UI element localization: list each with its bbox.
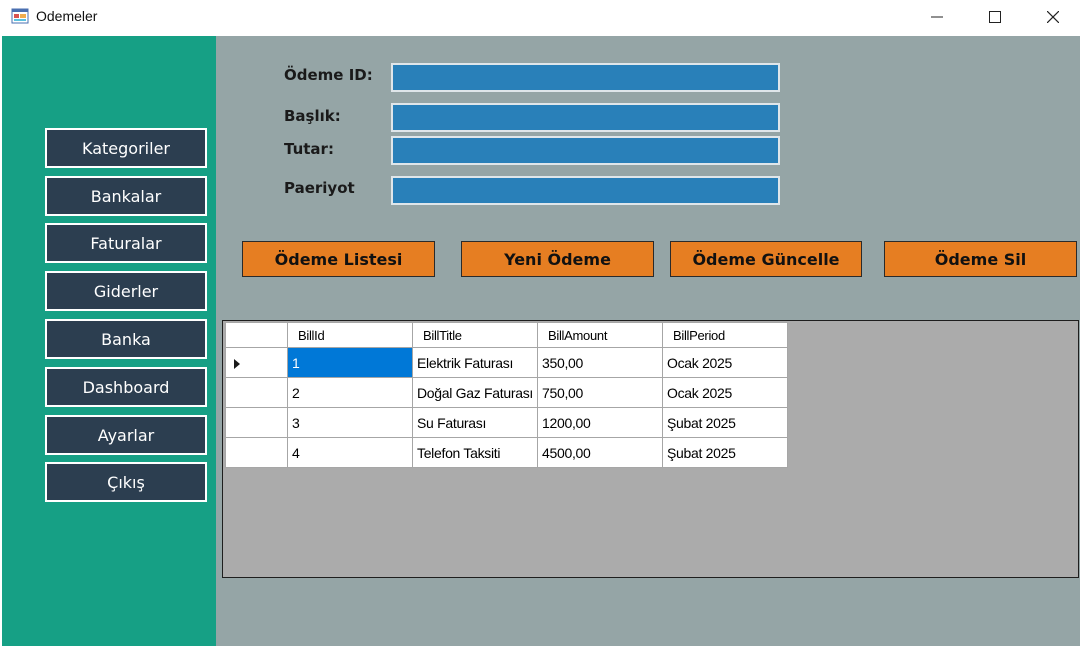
sidebar-item-banka[interactable]: Banka: [45, 319, 207, 359]
sidebar-item-ayarlar[interactable]: Ayarlar: [45, 415, 207, 455]
table-cell[interactable]: Ocak 2025: [662, 347, 788, 378]
table-cell[interactable]: Ocak 2025: [662, 377, 788, 408]
maximize-icon: [989, 11, 1001, 23]
update-payment-button[interactable]: Ödeme Güncelle: [670, 241, 862, 277]
title-bar: Odemeler: [0, 0, 1080, 36]
table-cell[interactable]: Su Faturası: [412, 407, 538, 438]
table-cell[interactable]: Doğal Gaz Faturası: [412, 377, 538, 408]
row-header[interactable]: [225, 377, 288, 408]
payment-id-label: Ödeme ID:: [284, 66, 373, 84]
sidebar-item-giderler[interactable]: Giderler: [45, 271, 207, 311]
sidebar: Kategoriler Bankalar Faturalar Giderler …: [2, 36, 216, 646]
table-header-row: BillId BillTitle BillAmount BillPeriod: [225, 322, 788, 348]
table-row[interactable]: 3 Su Faturası 1200,00 Şubat 2025: [225, 407, 788, 438]
table-cell[interactable]: 4500,00: [537, 437, 663, 468]
table-row[interactable]: 1 Elektrik Faturası 350,00 Ocak 2025: [225, 347, 788, 378]
table-cell[interactable]: Elektrik Faturası: [412, 347, 538, 378]
period-label: Paeriyot: [284, 179, 355, 197]
table-cell[interactable]: 350,00: [537, 347, 663, 378]
table-cell[interactable]: 750,00: [537, 377, 663, 408]
sidebar-item-dashboard[interactable]: Dashboard: [45, 367, 207, 407]
row-header[interactable]: [225, 347, 288, 378]
table-cell[interactable]: 1: [287, 347, 413, 378]
payment-id-input[interactable]: [391, 63, 780, 92]
table-cell[interactable]: Şubat 2025: [662, 437, 788, 468]
table-cell[interactable]: 1200,00: [537, 407, 663, 438]
amount-input[interactable]: [391, 136, 780, 165]
sidebar-item-bankalar[interactable]: Bankalar: [45, 176, 207, 216]
new-payment-button[interactable]: Yeni Ödeme: [461, 241, 654, 277]
payments-grid[interactable]: BillId BillTitle BillAmount BillPeriod 1…: [222, 320, 1079, 578]
amount-label: Tutar:: [284, 140, 334, 158]
table-cell[interactable]: 4: [287, 437, 413, 468]
table-cell[interactable]: Telefon Taksiti: [412, 437, 538, 468]
table-cell[interactable]: Şubat 2025: [662, 407, 788, 438]
table-cell[interactable]: 2: [287, 377, 413, 408]
close-button[interactable]: [1024, 0, 1080, 34]
row-header-corner[interactable]: [225, 322, 288, 348]
sidebar-item-faturalar[interactable]: Faturalar: [45, 223, 207, 263]
column-header[interactable]: BillPeriod: [662, 322, 788, 348]
minimize-button[interactable]: [908, 0, 966, 34]
sidebar-item-kategoriler[interactable]: Kategoriler: [45, 128, 207, 168]
sidebar-item-cikis[interactable]: Çıkış: [45, 462, 207, 502]
period-input[interactable]: [391, 176, 780, 205]
main-panel: Ödeme ID: Başlık: Tutar: Paeriyot Ödeme …: [216, 36, 1080, 646]
maximize-button[interactable]: [966, 0, 1024, 34]
payments-table: BillId BillTitle BillAmount BillPeriod 1…: [225, 322, 788, 468]
minimize-icon: [931, 16, 943, 18]
table-row[interactable]: 2 Doğal Gaz Faturası 750,00 Ocak 2025: [225, 377, 788, 408]
delete-payment-button[interactable]: Ödeme Sil: [884, 241, 1077, 277]
window-title: Odemeler: [36, 8, 98, 24]
table-row[interactable]: 4 Telefon Taksiti 4500,00 Şubat 2025: [225, 437, 788, 468]
column-header[interactable]: BillTitle: [412, 322, 538, 348]
row-header[interactable]: [225, 437, 288, 468]
close-icon: [1047, 11, 1059, 23]
table-cell[interactable]: 3: [287, 407, 413, 438]
column-header[interactable]: BillId: [287, 322, 413, 348]
title-label: Başlık:: [284, 107, 341, 125]
current-row-arrow-icon: [234, 358, 240, 369]
column-header[interactable]: BillAmount: [537, 322, 663, 348]
row-header[interactable]: [225, 407, 288, 438]
title-input[interactable]: [391, 103, 780, 132]
payment-list-button[interactable]: Ödeme Listesi: [242, 241, 435, 277]
app-icon: [11, 8, 29, 24]
